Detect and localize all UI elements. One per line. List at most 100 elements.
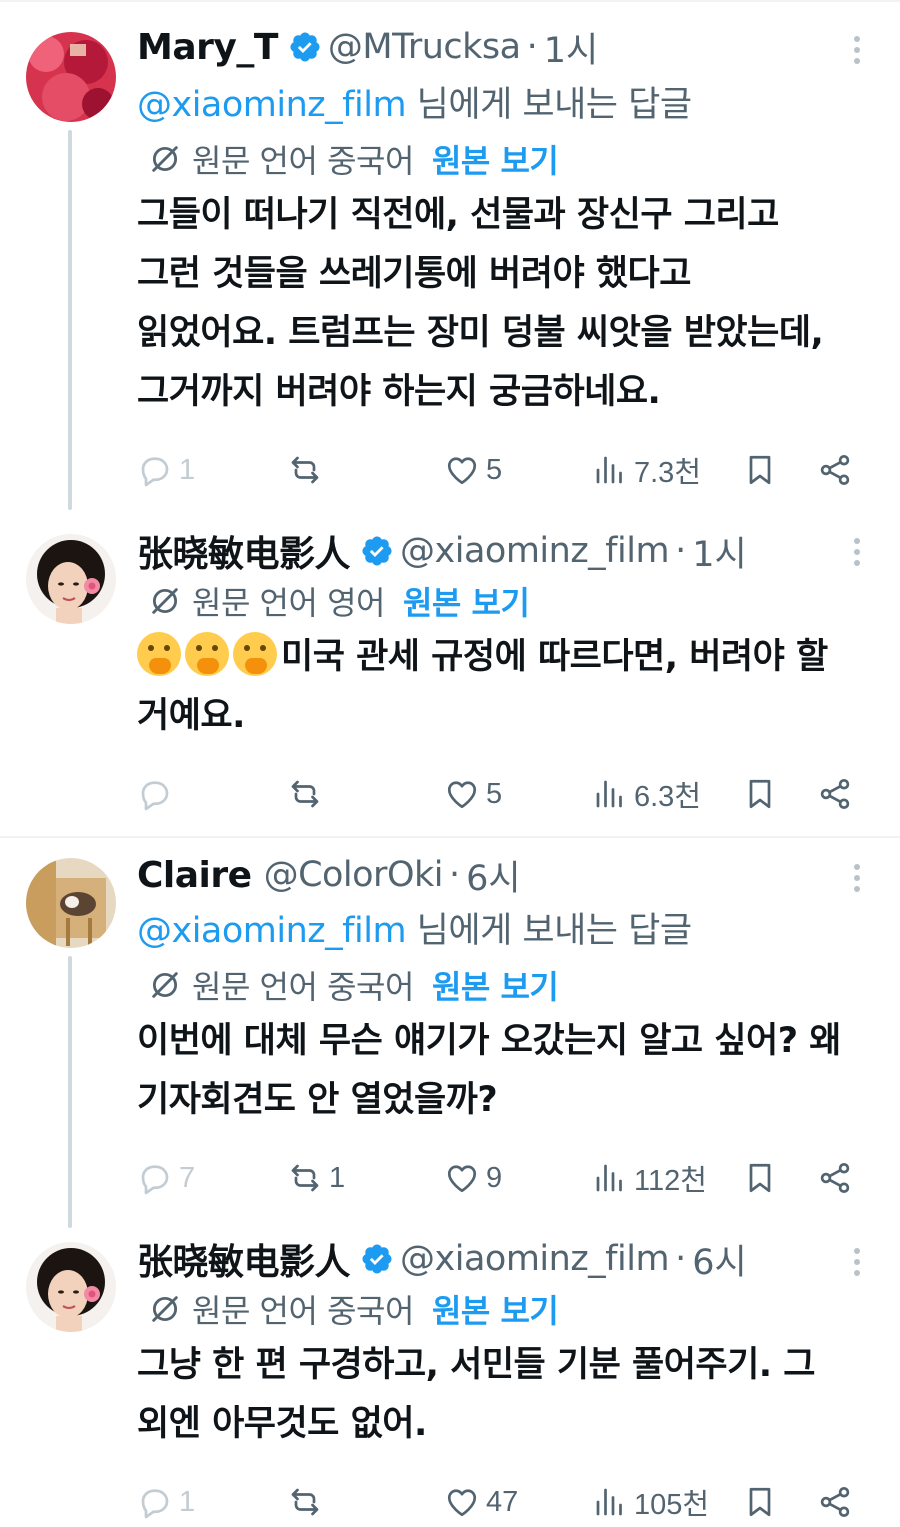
handle[interactable]: @MTrucksa — [328, 27, 521, 67]
retweet-button[interactable]: 1 — [287, 1156, 345, 1200]
like-count: 9 — [486, 1161, 503, 1194]
thread-line — [68, 130, 72, 510]
avatar-mary-t[interactable] — [26, 32, 116, 122]
reply-button[interactable] — [137, 772, 179, 816]
hand-over-mouth-emoji — [185, 632, 229, 676]
reply-count: 1 — [179, 1485, 196, 1518]
handle[interactable]: @xiaominz_film — [400, 1239, 670, 1279]
reply-button[interactable]: 1 — [137, 448, 195, 492]
tweet-header: 张晓敏电影人 @xiaominz_film · 6시 — [137, 1233, 840, 1285]
like-button[interactable]: 9 — [444, 1156, 502, 1200]
bookmark-icon — [742, 776, 778, 812]
tweet-xiaominz-reply-2[interactable]: 张晓敏电影人 @xiaominz_film · 6시 원문 언어 중국어 원본 … — [0, 1228, 900, 1527]
more-icon[interactable] — [852, 538, 862, 566]
separator: · — [526, 27, 538, 67]
like-count: 5 — [486, 453, 503, 486]
view-original-link[interactable]: 원본 보기 — [432, 962, 559, 1008]
tweet-header: 张晓敏电影人 @xiaominz_film · 1시 — [137, 525, 840, 577]
views-button[interactable]: 105천 — [592, 1480, 709, 1524]
tweet-text-line: 그거까지 버려야 하는지 궁금하네요. — [137, 372, 661, 412]
reply-suffix: 님에게 보내는 답글 — [406, 85, 692, 125]
handle[interactable]: @ColorOki — [264, 855, 444, 895]
reply-icon — [137, 452, 173, 488]
translate-icon — [148, 968, 182, 1002]
view-original-link[interactable]: 원본 보기 — [432, 136, 559, 182]
tweet-text-line: 기자회견도 안 열었을까? — [137, 1080, 498, 1120]
share-button[interactable] — [817, 772, 853, 816]
tweet-text-line: 그들이 떠나기 직전에, 선물과 장신구 그리고 — [137, 195, 779, 235]
separator: · — [675, 531, 687, 571]
like-icon — [444, 452, 480, 488]
like-button[interactable]: 47 — [444, 1480, 518, 1524]
tweet-header: Mary_T @MTrucksa · 1시 — [137, 22, 840, 73]
share-button[interactable] — [817, 448, 853, 492]
translated-from-label: 원문 언어 중국어 — [192, 968, 414, 1006]
tweet-text-line: 🤭🤭🤭미국 관세 규정에 따르다면, 버려야 할 — [137, 628, 877, 687]
tweet-xiaominz-reply-1[interactable]: 张晓敏电影人 @xiaominz_film · 1시 원문 언어 영어 원본 보… — [0, 520, 900, 838]
display-name[interactable]: 张晓敏电影人 — [137, 525, 351, 577]
retweet-button[interactable] — [287, 1480, 329, 1524]
reply-mention-link[interactable]: @xiaominz_film — [137, 911, 407, 951]
bookmark-icon — [742, 1160, 778, 1196]
translate-icon — [148, 1292, 182, 1326]
verified-badge-icon — [288, 30, 322, 64]
like-button[interactable]: 5 — [444, 772, 502, 816]
like-icon — [444, 1160, 480, 1196]
retweet-icon — [287, 1484, 323, 1520]
timestamp[interactable]: 1시 — [544, 22, 598, 73]
display-name[interactable]: Claire — [137, 855, 252, 896]
views-button[interactable]: 7.3천 — [592, 448, 701, 492]
timestamp[interactable]: 6시 — [466, 850, 520, 901]
display-name[interactable]: Mary_T — [137, 27, 278, 68]
action-bar: 7 1 9 112천 — [137, 1156, 867, 1200]
view-original-link[interactable]: 원본 보기 — [403, 578, 530, 624]
avatar-xiaominz[interactable] — [26, 1242, 116, 1332]
bookmark-button[interactable] — [742, 1480, 778, 1524]
retweet-button[interactable] — [287, 448, 329, 492]
more-icon[interactable] — [852, 864, 862, 892]
reply-mention-link[interactable]: @xiaominz_film — [137, 85, 407, 125]
bookmark-button[interactable] — [742, 448, 778, 492]
view-original-link[interactable]: 원본 보기 — [432, 1286, 559, 1332]
share-button[interactable] — [817, 1156, 853, 1200]
tweet-mary-t[interactable]: Mary_T @MTrucksa · 1시 @xiaominz_film 님에게… — [0, 0, 900, 520]
translated-from-label: 원문 언어 중국어 — [192, 1292, 414, 1330]
retweet-button[interactable] — [287, 772, 329, 816]
more-icon[interactable] — [852, 36, 862, 64]
view-count: 105천 — [634, 1489, 710, 1521]
more-icon[interactable] — [852, 1248, 862, 1276]
share-button[interactable] — [817, 1480, 853, 1524]
action-bar: 1 47 105천 — [137, 1480, 867, 1524]
retweet-icon — [287, 776, 323, 812]
reply-button[interactable]: 1 — [137, 1480, 195, 1524]
tweet-text-line: 그냥 한 편 구경하고, 서민들 기분 풀어주기. 그 — [137, 1345, 816, 1385]
tweet-text: 그들이 떠나기 직전에, 선물과 장신구 그리고 그런 것들을 쓰레기통에 버려… — [137, 186, 877, 422]
tweet-header: Claire @ColorOki · 6시 — [137, 850, 840, 901]
tweet-claire[interactable]: Claire @ColorOki · 6시 @xiaominz_film 님에게… — [0, 838, 900, 1228]
translation-notice: 원문 언어 중국어 원본 보기 — [148, 962, 559, 1008]
tweet-text-line: 읽었어요. 트럼프는 장미 덩불 씨앗을 받았는데, — [137, 313, 824, 353]
reply-button[interactable]: 7 — [137, 1156, 195, 1200]
share-icon — [817, 1160, 853, 1196]
reply-icon — [137, 776, 173, 812]
views-button[interactable]: 112천 — [592, 1156, 707, 1200]
hand-over-mouth-emoji — [137, 632, 181, 676]
reply-icon — [137, 1484, 173, 1520]
timestamp[interactable]: 1시 — [692, 526, 746, 577]
display-name[interactable]: 张晓敏电影人 — [137, 1233, 351, 1285]
translation-notice: 원문 언어 중국어 원본 보기 — [148, 136, 559, 182]
bookmark-button[interactable] — [742, 772, 778, 816]
tweet-text-run: 미국 관세 규정에 따르다면, 버려야 할 — [281, 637, 828, 677]
avatar-claire[interactable] — [26, 858, 116, 948]
tweet-text-line: 외엔 아무것도 없어. — [137, 1404, 427, 1444]
avatar-xiaominz[interactable] — [26, 534, 116, 624]
like-count: 47 — [486, 1485, 519, 1518]
tweet-text-line: 그런 것들을 쓰레기통에 버려야 했다고 — [137, 254, 691, 294]
timestamp[interactable]: 6시 — [692, 1234, 746, 1285]
views-button[interactable]: 6.3천 — [592, 772, 701, 816]
bookmark-button[interactable] — [742, 1156, 778, 1200]
reply-context: @xiaominz_film 님에게 보내는 답글 — [137, 76, 692, 127]
action-bar: 1 5 7.3천 — [137, 448, 867, 492]
like-button[interactable]: 5 — [444, 448, 502, 492]
handle[interactable]: @xiaominz_film — [400, 531, 670, 571]
